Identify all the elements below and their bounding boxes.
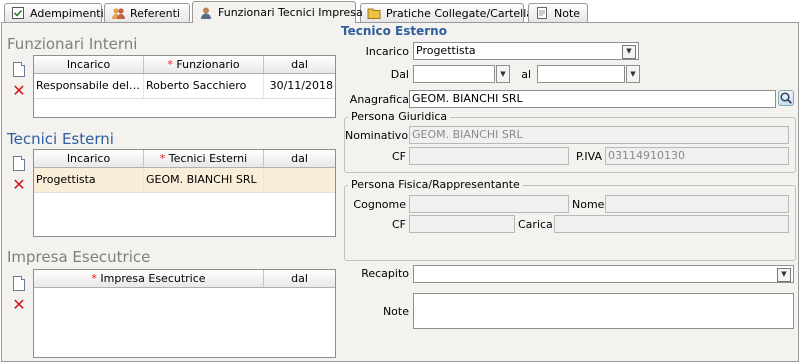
persona-fisica-title: Persona Fisica/Rappresentante [348, 178, 523, 191]
grid-header: Incarico * Funzionario dal [34, 56, 335, 74]
cognome-label: Cognome [353, 198, 406, 211]
cell-incarico: Progettista [34, 168, 144, 192]
cognome-field [409, 195, 569, 213]
person-icon [199, 6, 213, 20]
piva-label: P.IVA [575, 150, 602, 163]
search-icon [780, 92, 792, 104]
col-header-incarico[interactable]: Incarico [34, 56, 144, 73]
cell-dal [264, 168, 335, 192]
grid-header: Incarico * Tecnici Esterni dal [34, 150, 335, 168]
table-row[interactable]: Responsabile del pr… Roberto Sacchiero 3… [34, 74, 335, 99]
dal-label: Dal [390, 68, 409, 81]
incarico-label: Incarico [365, 45, 409, 58]
people-icon [111, 6, 125, 20]
new-document-icon [13, 155, 25, 171]
delete-x-icon: ✕ [12, 175, 26, 194]
carica-label: Carica [518, 218, 553, 231]
chevron-down-icon[interactable]: ▼ [777, 268, 791, 282]
tab-label: Funzionari Tecnici Impresa [218, 6, 363, 19]
tab-funzionari-tecnici-impresa[interactable]: Funzionari Tecnici Impresa [192, 1, 363, 23]
anagrafica-search-button[interactable] [778, 90, 794, 106]
col-header-tecnici-esterni[interactable]: * Tecnici Esterni [144, 150, 264, 167]
tab-adempimenti[interactable]: Adempimenti [4, 3, 104, 22]
tecnici-esterni-title: Tecnici Esterni [7, 130, 114, 148]
new-document-icon [13, 61, 25, 77]
nome-field [605, 195, 789, 213]
al-date-input[interactable] [537, 65, 625, 83]
delete-x-icon: ✕ [12, 81, 26, 100]
add-tecnico-button[interactable] [12, 155, 26, 171]
new-document-icon [13, 275, 25, 291]
tab-strip: Adempimenti Referenti Funzionari Tecnici… [0, 0, 800, 23]
impresa-esecutrice-title: Impresa Esecutrice [7, 248, 151, 266]
tab-pratiche-collegate[interactable]: Pratiche Collegate/Cartella [360, 3, 533, 22]
anagrafica-input[interactable]: GEOM. BIANCHI SRL [409, 90, 776, 108]
cell-dal: 30/11/2018 [269, 79, 333, 92]
cell-tecnico: GEOM. BIANCHI SRL [144, 168, 264, 192]
tecnici-esterni-grid: Incarico * Tecnici Esterni dal Progettis… [33, 149, 336, 237]
cell-incarico: Responsabile del pr… [34, 74, 144, 98]
tab-referenti[interactable]: Referenti [104, 3, 190, 22]
impresa-esecutrice-grid: * Impresa Esecutrice dal [33, 269, 336, 358]
col-header-dal[interactable]: dal [264, 150, 335, 167]
al-calendar-dropdown[interactable]: ▼ [626, 65, 640, 83]
delete-tecnico-button[interactable]: ✕ [12, 177, 26, 193]
delete-x-icon: ✕ [12, 295, 26, 314]
cf-label: CF [391, 150, 406, 163]
add-impresa-button[interactable] [12, 275, 26, 291]
tab-label: Pratiche Collegate/Cartella [386, 6, 534, 20]
funzionari-interni-title: Funzionari Interni [7, 35, 138, 53]
funzionari-interni-grid: Incarico * Funzionario dal Responsabile … [33, 55, 336, 118]
cell-funzionario: Roberto Sacchiero [144, 74, 264, 98]
delete-impresa-button[interactable]: ✕ [12, 297, 26, 313]
tecnico-esterno-title: Tecnico Esterno [341, 24, 447, 38]
col-header-funzionario[interactable]: * Funzionario [144, 56, 264, 73]
checkbox-icon [11, 6, 25, 20]
col-header-dal[interactable]: dal [264, 270, 335, 287]
nominativo-field: GEOM. BIANCHI SRL [409, 126, 789, 144]
col-header-dal[interactable]: dal [264, 56, 335, 73]
table-row[interactable]: Progettista GEOM. BIANCHI SRL [34, 168, 335, 193]
recapito-label: Recapito [361, 267, 409, 280]
persona-giuridica-title: Persona Giuridica [348, 110, 451, 123]
dal-date-input[interactable] [413, 65, 495, 83]
folder-icon [367, 6, 381, 20]
tab-label: Note [554, 6, 581, 20]
chevron-down-icon[interactable]: ▼ [622, 45, 636, 59]
incarico-value: Progettista [416, 44, 476, 57]
cf-persona-label: CF [391, 218, 406, 231]
add-funzionario-button[interactable] [12, 61, 26, 77]
anagrafica-label: Anagrafica [349, 93, 409, 106]
cf-persona-field [409, 215, 515, 233]
dal-calendar-dropdown[interactable]: ▼ [496, 65, 510, 83]
note-label: Note [382, 305, 409, 318]
note-textarea[interactable] [413, 293, 794, 329]
carica-field [554, 215, 789, 233]
recapito-select[interactable]: ▼ [413, 265, 794, 283]
al-label: al [521, 68, 531, 81]
col-header-impresa-esecutrice[interactable]: * Impresa Esecutrice [34, 270, 264, 287]
tab-label: Referenti [130, 6, 180, 20]
incarico-select[interactable]: Progettista ▼ [413, 42, 639, 60]
grid-header: * Impresa Esecutrice dal [34, 270, 335, 288]
col-header-incarico[interactable]: Incarico [34, 150, 144, 167]
tab-label: Adempimenti [30, 6, 104, 20]
note-icon [535, 6, 549, 20]
cf-field [409, 147, 569, 165]
nome-label: Nome [572, 198, 605, 211]
piva-field: 03114910130 [605, 147, 789, 165]
delete-funzionario-button[interactable]: ✕ [12, 83, 26, 99]
nominativo-label: Nominativo [345, 129, 409, 142]
tab-note[interactable]: Note [528, 3, 588, 22]
